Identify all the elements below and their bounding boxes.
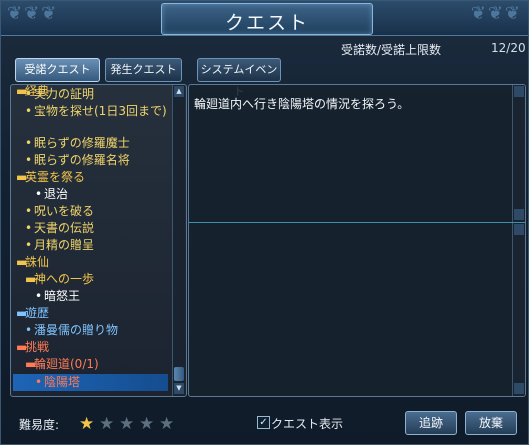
bullet-icon: •	[25, 323, 33, 337]
quest-tree-item[interactable]: • 宝物を探せ(1日3回まで)	[25, 103, 167, 120]
quest-tree-item-label: 天書の伝説	[34, 221, 95, 235]
scroll-up-icon[interactable]: ▲	[174, 86, 184, 97]
bullet-icon: •	[35, 187, 43, 201]
quest-tree-item-label: 退治	[44, 187, 69, 201]
scroll-down-icon[interactable]: ▼	[174, 383, 184, 394]
bullet-icon: •	[25, 204, 33, 218]
accept-count-label: 受諾数/受諾上限数	[341, 43, 442, 57]
tab-label: 受諾クエスト	[24, 63, 91, 76]
bullet-icon: ▬	[16, 85, 28, 98]
quest-detail-panel: 輪廻道内へ行き陰陽塔の情況を探ろう。	[188, 84, 526, 397]
quest-tree-item[interactable]: • 眠らずの修羅名将	[25, 152, 130, 169]
quest-tree-item-label: 誅仙	[25, 255, 50, 269]
quest-tree-item-label: 暗怒王	[44, 289, 81, 303]
detail-scrollbar[interactable]	[512, 223, 525, 396]
bullet-icon: ▬	[16, 306, 28, 320]
bullet-icon: •	[25, 238, 33, 252]
quest-tree-item[interactable]: ▬挑戦	[16, 339, 49, 356]
track-button[interactable]: 追跡	[405, 411, 457, 435]
button-label: 放棄	[478, 416, 503, 430]
show-quest-label: クエスト表示	[271, 417, 344, 431]
bullet-icon: •	[25, 87, 33, 101]
quest-tree-item-label: 神への一歩	[34, 272, 95, 286]
quest-list-panel: ▬経典 • 実力の証明 • 宝物を探せ(1日3回まで) • 眠らずの修羅魔士 • 眠らずの修羅名…	[10, 84, 187, 397]
abandon-button[interactable]: 放棄	[465, 411, 517, 435]
quest-tree-item[interactable]: • 暗怒王	[35, 288, 80, 305]
tab-label: 発生クエスト	[110, 63, 177, 76]
button-label: 追跡	[418, 416, 443, 430]
show-quest-checkbox[interactable]: ✓	[257, 416, 270, 429]
quest-tree-item[interactable]: • 月精の贈呈	[25, 237, 94, 254]
accept-count-value: 12/20	[491, 41, 526, 55]
ornament-left-icon: ❦❦❦	[7, 3, 59, 24]
star-icon: ★	[99, 414, 115, 434]
quest-tree-item[interactable]: • 眠らずの修羅魔士	[25, 135, 130, 152]
quest-tree-item-label: 遊歴	[25, 306, 50, 320]
footer-bar: 難易度: ★ ★ ★ ★ ★ ✓ クエスト表示 追跡 放棄	[1, 406, 528, 444]
quest-description-box: 輪廻道内へ行き陰陽塔の情況を探ろう。	[189, 85, 525, 223]
quest-tree-item-label: 輪廻道(0/1)	[34, 357, 99, 371]
bullet-icon: ▬	[16, 170, 28, 184]
bullet-icon: ▬	[16, 255, 28, 269]
quest-tree-item-label: 宝物を探せ(1日3回まで)	[34, 104, 167, 118]
quest-tree-item[interactable]: • 実力の証明	[25, 86, 94, 103]
bullet-icon: ▬	[16, 340, 28, 354]
quest-tree-item[interactable]: • 退治	[35, 186, 68, 203]
quest-tree-item-label: 月精の贈呈	[34, 238, 95, 252]
scroll-down-icon[interactable]	[514, 383, 524, 394]
bullet-icon: •	[35, 289, 43, 303]
bullet-icon: •	[35, 375, 43, 389]
tab-system-events[interactable]: システムイベント	[197, 58, 281, 98]
quest-tree-item[interactable]: • 天書の伝説	[25, 220, 94, 237]
bullet-icon: •	[25, 136, 33, 150]
quest-description: 輪廻道内へ行き陰陽塔の情況を探ろう。	[194, 97, 410, 111]
bullet-icon: •	[25, 221, 33, 235]
bullet-icon: •	[25, 153, 33, 167]
quest-window: ❦❦❦ ❦❦❦ クエスト 受諾数/受諾上限数 12/20 受諾クエスト 発生クエ…	[0, 0, 529, 445]
quest-tree-item-label: 実力の証明	[34, 87, 95, 101]
window-title: クエスト	[224, 12, 309, 34]
quest-tree: ▬経典 • 実力の証明 • 宝物を探せ(1日3回まで) • 眠らずの修羅魔士 • 眠らずの修羅名…	[11, 85, 171, 396]
quest-tree-item[interactable]: ▬神への一歩	[25, 271, 94, 288]
quest-tree-item[interactable]: ▬英霊を祭る	[16, 169, 85, 186]
star-icon: ★	[119, 414, 135, 434]
quest-tree-item[interactable]: ▬輪廻道(0/1)	[25, 356, 99, 373]
bullet-icon: •	[25, 104, 33, 118]
quest-tree-item-label: 潘曼儒の贈り物	[34, 323, 119, 337]
quest-tree-item[interactable]: ▬誅仙	[16, 254, 49, 271]
star-icon: ★	[79, 414, 95, 434]
title-plate: クエスト	[161, 3, 373, 35]
quest-tree-item-label: 陰陽塔	[44, 375, 81, 389]
scroll-up-icon[interactable]	[514, 86, 524, 97]
star-icon: ★	[159, 414, 175, 434]
ornament-right-icon: ❦❦❦	[470, 3, 522, 24]
quest-tree-item[interactable]: • 呪いを破る	[25, 203, 94, 220]
scroll-down-icon[interactable]	[514, 209, 524, 220]
quest-tree-item-label: 英霊を祭る	[25, 170, 86, 184]
description-scrollbar[interactable]	[512, 85, 525, 222]
bullet-icon: ▬	[25, 272, 37, 286]
star-icon: ★	[139, 414, 155, 434]
quest-tree-item-label: 眠らずの修羅魔士	[34, 136, 130, 150]
scrollbar-thumb[interactable]	[174, 367, 184, 381]
difficulty-label: 難易度:	[19, 418, 60, 432]
scroll-up-icon[interactable]	[514, 224, 524, 235]
quest-list-scrollbar[interactable]: ▲ ▼	[172, 85, 185, 396]
quest-tree-item-label: 挑戦	[25, 340, 50, 354]
tab-available-quests[interactable]: 発生クエスト	[105, 58, 182, 82]
quest-tree-item-label: 呪いを破る	[34, 204, 95, 218]
quest-tree-item-label: 眠らずの修羅名将	[34, 153, 130, 167]
title-bar[interactable]: ❦❦❦ ❦❦❦ クエスト	[1, 1, 528, 36]
tab-accepted-quests[interactable]: 受諾クエスト	[15, 58, 100, 82]
quest-tree-item[interactable]: • 潘曼儒の贈り物	[25, 322, 118, 339]
quest-tree-item[interactable]: ▬遊歴	[16, 305, 49, 322]
bullet-icon: ▬	[25, 357, 37, 371]
quest-tree-item[interactable]: • 陰陽塔	[35, 374, 80, 391]
